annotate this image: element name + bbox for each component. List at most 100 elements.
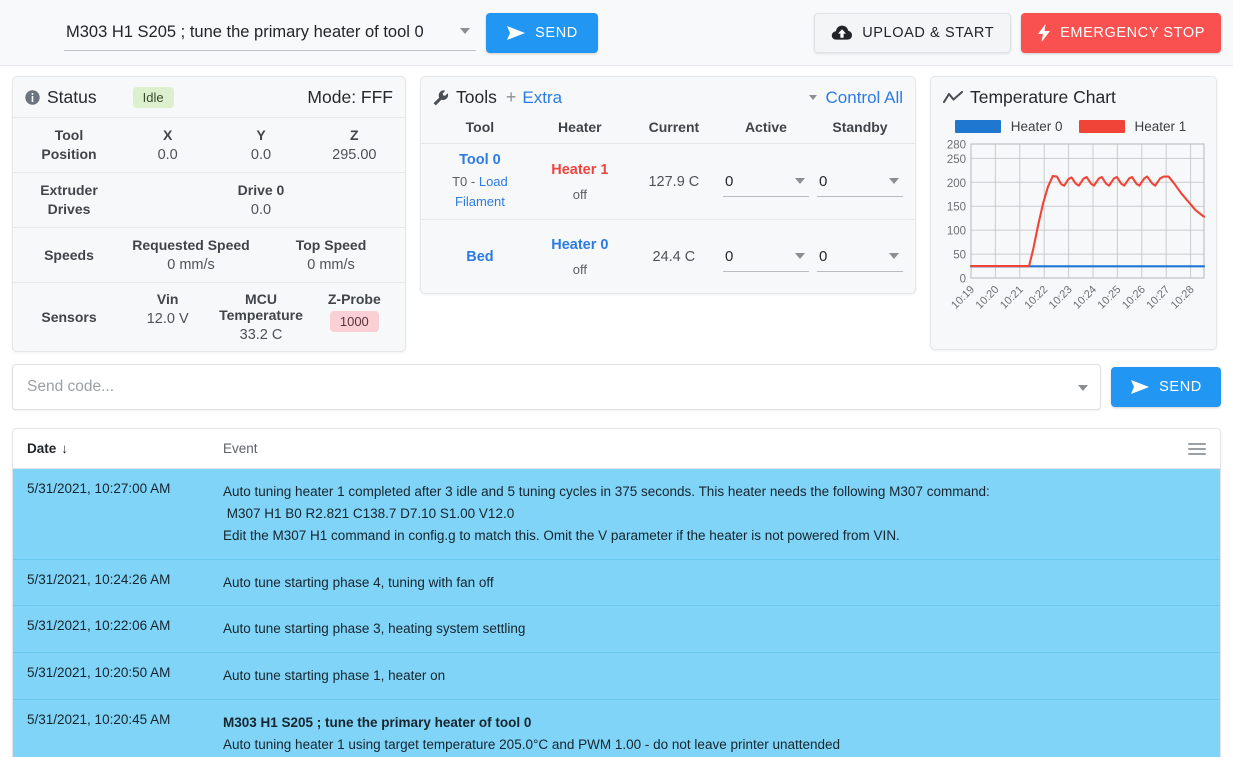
status-cell: Y 0.0 xyxy=(214,127,307,163)
status-panel: Status Idle Mode: FFF Tool Position X 0.0 Y 0… xyxy=(12,76,406,352)
legend-label[interactable]: Heater 1 xyxy=(1135,119,1187,134)
svg-text:10:23: 10:23 xyxy=(1047,284,1075,312)
top-toolbar: M303 H1 S205 ; tune the primary heater o… xyxy=(0,0,1233,66)
svg-text:10:26: 10:26 xyxy=(1120,284,1148,312)
tools-header-active: Active xyxy=(744,119,787,135)
svg-text:10:21: 10:21 xyxy=(998,284,1026,312)
extra-link[interactable]: Extra xyxy=(522,88,562,108)
load-filament-link[interactable]: Load Filament xyxy=(455,174,508,209)
lightning-bolt-icon xyxy=(1037,23,1051,42)
status-row-label: Speeds xyxy=(44,246,94,263)
z-probe-badge: 1000 xyxy=(329,311,379,332)
svg-text:280: 280 xyxy=(947,140,966,152)
status-cell: Z-Probe 1000 xyxy=(308,291,401,343)
tools-panel-title: Tools xyxy=(456,87,497,107)
log-header-date[interactable]: Date ↓ xyxy=(27,441,223,456)
tools-header-standby: Standby xyxy=(832,119,888,135)
svg-text:10:19: 10:19 xyxy=(949,284,977,312)
log-row-event: Auto tune starting phase 4, tuning with … xyxy=(223,572,1206,594)
status-row: Tool Position X 0.0 Y 0.0 Z 295.00 xyxy=(13,117,405,172)
gcode-macro-select[interactable]: M303 H1 S205 ; tune the primary heater o… xyxy=(64,15,476,51)
tools-panel-header: Tools + Extra Control All xyxy=(421,77,915,117)
log-row-event: Auto tune starting phase 1, heater on xyxy=(223,665,1206,687)
log-row-event: M303 H1 S205 ; tune the primary heater o… xyxy=(223,712,1206,756)
log-event-line: M307 H1 B0 R2.821 C138.7 D7.10 S1.00 V12… xyxy=(223,505,515,521)
active-temperature-select-cell: 0 xyxy=(719,167,813,197)
tools-table-row: Bed Heater 0 off 24.4 C 0 0 xyxy=(421,219,915,293)
legend-label[interactable]: Heater 0 xyxy=(1011,119,1063,134)
current-temperature-value: 127.9 C xyxy=(648,173,700,190)
gcode-macro-select-value[interactable]: M303 H1 S205 ; tune the primary heater o… xyxy=(64,15,476,51)
upload-and-start-button[interactable]: UPLOAD & START xyxy=(814,12,1012,53)
chevron-down-icon[interactable] xyxy=(808,95,817,100)
emergency-stop-button[interactable]: EMERGENCY STOP xyxy=(1021,12,1221,53)
tool-name-link[interactable]: Bed xyxy=(429,249,531,265)
status-row: Sensors Vin 12.0 V MCU Temperature 33.2 C Z-P… xyxy=(13,282,405,351)
tools-header-heater: Heater xyxy=(558,119,602,135)
chevron-down-icon xyxy=(889,252,899,259)
log-header-event: Event xyxy=(223,441,258,456)
send-icon xyxy=(1130,379,1150,395)
log-row-date: 5/31/2021, 10:24:26 AM xyxy=(27,571,171,587)
status-cell-value: 295.00 xyxy=(332,147,377,163)
heater-cell: Heater 1 off xyxy=(531,162,629,202)
sort-descending-icon: ↓ xyxy=(61,441,69,456)
standby-temperature-select-cell: 0 xyxy=(813,167,907,197)
status-cell-header: Requested Speed xyxy=(132,237,250,253)
svg-text:10:25: 10:25 xyxy=(1096,284,1124,312)
svg-text:10:27: 10:27 xyxy=(1144,284,1172,312)
heater-name-link[interactable]: Heater 0 xyxy=(531,237,629,253)
active-temperature-select-value: 0 xyxy=(724,247,734,265)
chevron-down-icon[interactable] xyxy=(1078,385,1088,391)
active-temperature-select-value: 0 xyxy=(724,172,734,190)
status-cell: Requested Speed 0 mm/s xyxy=(121,237,261,273)
active-temperature-select[interactable]: 0 xyxy=(722,167,809,197)
console-log-table: Date ↓ Event 5/31/2021, 10:27:00 AM Auto … xyxy=(12,428,1221,757)
status-row-columns: Vin 12.0 V MCU Temperature 33.2 C Z-Probe 100… xyxy=(121,291,401,343)
send-gcode-button[interactable]: SEND xyxy=(486,12,598,53)
status-cell-header: Top Speed xyxy=(295,237,367,253)
tools-table-header: Tool Heater Current Active Standby xyxy=(421,117,915,143)
status-cell-header: Y xyxy=(256,127,266,143)
svg-text:250: 250 xyxy=(947,154,966,166)
control-all-link[interactable]: Control All xyxy=(826,88,903,108)
status-cell-header: Z-Probe xyxy=(327,291,381,307)
console-send-button[interactable]: SEND xyxy=(1111,367,1221,407)
active-temperature-select[interactable]: 0 xyxy=(722,242,809,272)
status-row-columns: X 0.0 Y 0.0 Z 295.00 xyxy=(121,127,401,163)
machine-mode-label: Mode: FFF xyxy=(307,87,393,107)
log-table-row: 5/31/2021, 10:20:45 AM M303 H1 S205 ; tun… xyxy=(13,700,1220,757)
svg-text:200: 200 xyxy=(947,178,966,190)
menu-hamburger-icon[interactable] xyxy=(1188,442,1206,455)
status-row-columns: Drive 0 0.0 xyxy=(121,182,401,218)
send-code-input[interactable]: Send code... xyxy=(12,364,1101,410)
send-code-placeholder: Send code... xyxy=(27,378,115,395)
tool-subtext: T0 - Load Filament xyxy=(452,174,508,209)
tool-cell: Bed xyxy=(429,249,531,265)
status-cell: X 0.0 xyxy=(121,127,214,163)
info-icon xyxy=(25,90,40,105)
status-cell: Top Speed 0 mm/s xyxy=(261,237,401,273)
tool-name-link[interactable]: Tool 0 xyxy=(429,152,531,168)
tool-cell: Tool 0 T0 - Load Filament xyxy=(429,152,531,211)
heater-state-label: off xyxy=(572,261,587,277)
svg-text:10:20: 10:20 xyxy=(974,284,1002,312)
log-table-header: Date ↓ Event xyxy=(13,429,1220,469)
log-row-date: 5/31/2021, 10:22:06 AM xyxy=(27,618,171,634)
heater-name-link[interactable]: Heater 1 xyxy=(531,162,629,178)
log-event-line: Auto tune starting phase 3, heating syst… xyxy=(223,621,526,637)
temperature-chart-svg: 05010015020025028010:1910:2010:2110:2210… xyxy=(947,140,1206,312)
status-row-label: Sensors xyxy=(41,308,97,325)
dashboard-panels: Status Idle Mode: FFF Tool Position X 0.0 Y 0… xyxy=(0,66,1233,352)
cloud-upload-icon xyxy=(831,25,853,41)
status-cell-header: Drive 0 xyxy=(237,182,285,198)
log-row-date: 5/31/2021, 10:27:00 AM xyxy=(27,481,171,496)
chart-panel-title: Temperature Chart xyxy=(970,87,1116,107)
status-cell-value: 0 mm/s xyxy=(167,257,215,273)
status-cell-value: 0.0 xyxy=(250,147,272,163)
standby-temperature-select[interactable]: 0 xyxy=(816,242,903,272)
add-extra-icon[interactable]: + xyxy=(506,87,517,108)
status-cell: MCU Temperature 33.2 C xyxy=(214,291,307,343)
standby-temperature-select[interactable]: 0 xyxy=(816,167,903,197)
upload-and-start-label: UPLOAD & START xyxy=(862,24,995,41)
